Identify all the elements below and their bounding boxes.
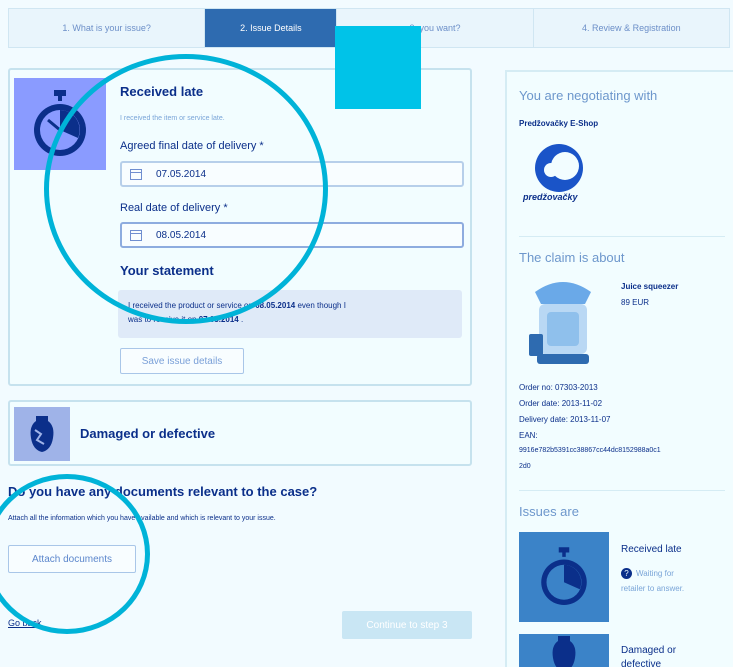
calendar-icon: [130, 168, 142, 180]
delivery-date: Delivery date: 2013-11-07: [519, 415, 611, 424]
question-icon: ?: [621, 568, 632, 579]
issue2-title-cont: defective: [621, 659, 662, 667]
issue-subtitle: I received the item or service late.: [120, 115, 225, 122]
statement-text: .: [238, 315, 244, 324]
issue-title: Received late: [120, 84, 204, 99]
damaged-title: Damaged or defective: [80, 426, 216, 441]
ean-value-end: 2d0: [519, 463, 531, 470]
ean-label: EAN:: [519, 431, 538, 440]
step-1-tab[interactable]: 1. What is your issue?: [9, 9, 206, 47]
highlight-square: [335, 26, 421, 109]
attach-documents-button[interactable]: Attach documents: [8, 545, 136, 573]
agreed-date-value: 07.05.2014: [156, 168, 207, 180]
product-image: [525, 274, 601, 370]
issue-card-received-late: Received late I received the item or ser…: [8, 68, 472, 386]
real-date-value: 08.05.2014: [156, 229, 207, 241]
statement-text: I received the product or service on: [128, 301, 256, 310]
broken-vase-icon: [552, 636, 576, 667]
negotiating-heading: You are negotiating with: [519, 88, 658, 103]
shop-logo: predžovačky: [521, 138, 597, 212]
issue1-status: Waiting for: [636, 569, 674, 578]
statement-date-expected: 07.05.2014: [198, 315, 239, 324]
issue1-thumbnail: [519, 532, 609, 622]
agreed-date-input[interactable]: 07.05.2014: [120, 161, 464, 187]
issue2-thumbnail: [519, 634, 609, 667]
claim-heading: The claim is about: [519, 250, 625, 265]
shop-name: Predžovačky E-Shop: [519, 119, 599, 128]
continue-button[interactable]: Continue to step 3: [342, 611, 472, 639]
step-2-tab[interactable]: 2. Issue Details: [205, 9, 338, 47]
order-date: Order date: 2013-11-02: [519, 399, 603, 408]
issues-heading: Issues are: [519, 504, 579, 519]
claim-sidebar: You are negotiating with Predžovačky E-S…: [505, 70, 733, 667]
issue2-title: Damaged or: [621, 645, 677, 656]
statement-box: I received the product or service on 08.…: [118, 290, 462, 338]
order-number: Order no: 07303-2013: [519, 383, 598, 392]
real-date-input[interactable]: 08.05.2014: [120, 222, 464, 248]
issue1-status-cont: retailer to answer.: [621, 584, 685, 593]
save-issue-details-button[interactable]: Save issue details: [120, 348, 244, 374]
issue-card-damaged[interactable]: Damaged or defective: [8, 400, 472, 466]
stopwatch-icon: [34, 90, 86, 156]
go-back-link[interactable]: Go back: [8, 618, 42, 628]
calendar-icon: [130, 229, 142, 241]
documents-heading: Do you have any documents relevant to th…: [8, 484, 318, 499]
ean-value: 9916e782b5391cc38867cc44dc8152988a0c1: [519, 447, 661, 454]
agreed-date-label: Agreed final date of delivery *: [120, 140, 264, 152]
broken-vase-thumbnail: [14, 407, 70, 461]
product-name: Juice squeezer: [621, 282, 679, 291]
statement-title: Your statement: [120, 263, 214, 278]
step-4-tab[interactable]: 4. Review & Registration: [534, 9, 729, 47]
stopwatch-icon: [541, 547, 587, 605]
stopwatch-thumbnail: [14, 78, 106, 170]
divider: [519, 236, 725, 237]
statement-date-received: 08.05.2014: [255, 301, 296, 310]
logo-text: predžovačky: [523, 192, 578, 202]
issue1-title: Received late: [621, 544, 682, 555]
broken-vase-icon: [30, 416, 54, 452]
product-price: 89 EUR: [621, 298, 650, 307]
divider: [519, 490, 725, 491]
statement-text: was to receive it on: [128, 315, 199, 324]
real-date-label: Real date of delivery *: [120, 202, 228, 214]
juice-squeezer-image: [529, 282, 591, 364]
statement-text: even though I: [295, 301, 346, 310]
documents-hint: Attach all the information which you hav…: [8, 515, 276, 522]
